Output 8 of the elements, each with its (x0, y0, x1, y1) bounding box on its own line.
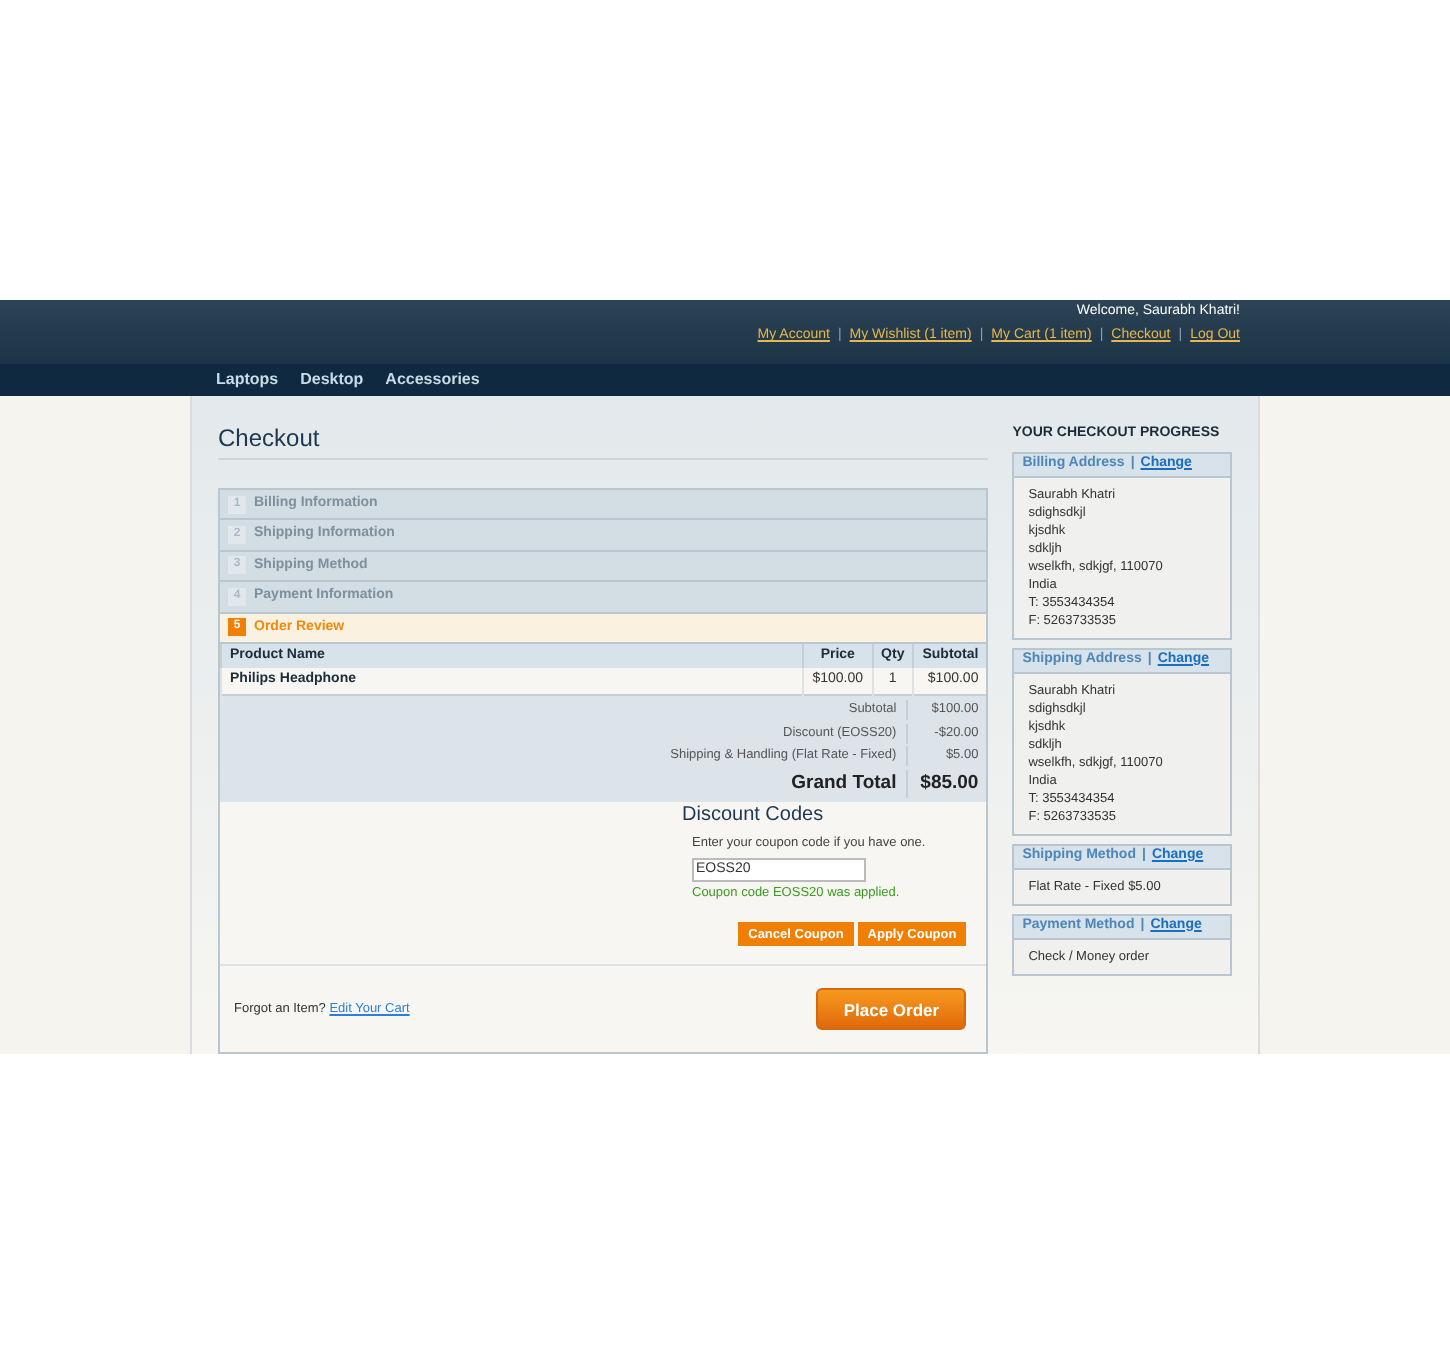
discount-title: Discount Codes (682, 803, 824, 828)
nav-link[interactable]: Desktop (300, 368, 364, 392)
nav-link[interactable]: Accessories (385, 368, 480, 392)
nav-link[interactable]: Laptops (216, 368, 279, 392)
place-order-button[interactable]: Place Order (816, 988, 967, 1031)
total-value: $85.00 (906, 769, 987, 799)
total-label: Grand Total (791, 769, 899, 798)
page-title: Checkout (218, 422, 989, 460)
